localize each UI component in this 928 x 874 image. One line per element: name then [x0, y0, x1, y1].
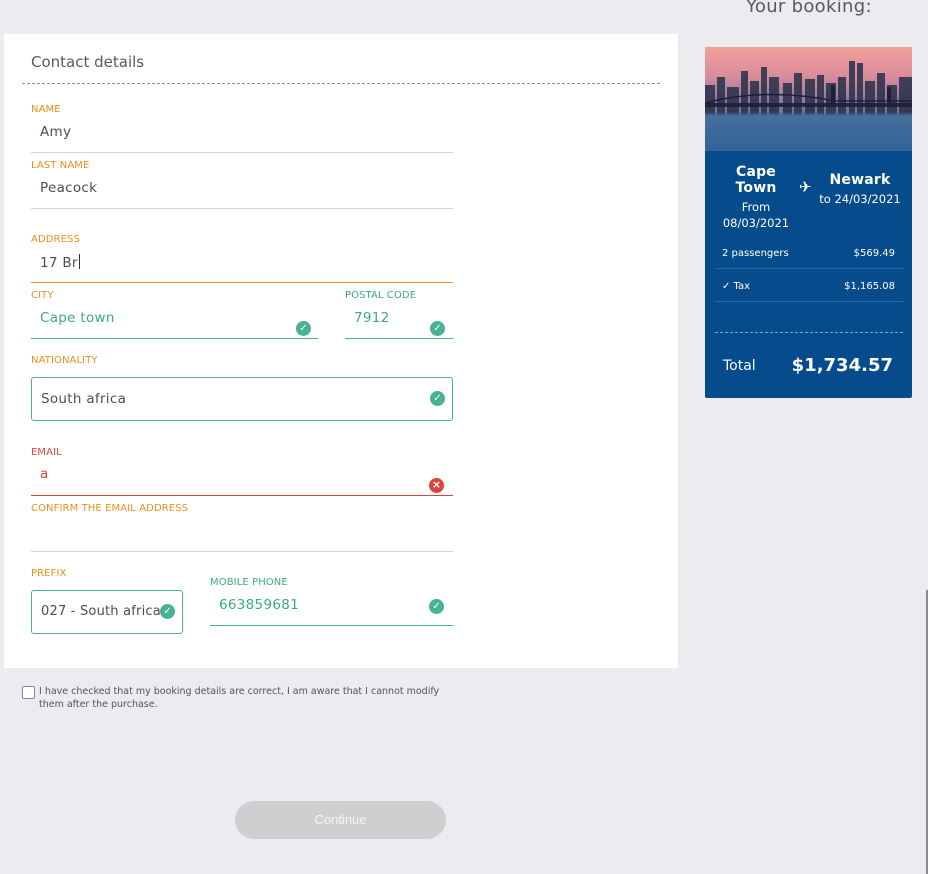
prefix-value: 027 - South africa [41, 604, 161, 619]
booking-heading: Your booking: [746, 0, 872, 17]
confirm-email-label: CONFIRM THE EMAIL ADDRESS [31, 503, 189, 514]
passengers-row: 2 passengers $569.49 [715, 236, 903, 269]
total-price: $1,734.57 [791, 355, 893, 376]
route-destination: Newark to 24/03/2021 [816, 172, 904, 207]
name-field[interactable]: NAME Amy [31, 104, 453, 154]
check-circle-icon: ✓ [296, 321, 311, 336]
mobile-phone-underline [210, 625, 453, 626]
nationality-field[interactable]: NATIONALITY South africa ✓ [31, 355, 453, 421]
text-caret [78, 254, 80, 269]
city-label: CITY [31, 290, 54, 301]
city-skyline-image [705, 61, 912, 151]
nationality-value: South africa [41, 391, 127, 407]
mobile-phone-label: MOBILE PHONE [210, 577, 288, 588]
city-field[interactable]: CITY Cape town ✓ [31, 290, 318, 340]
error-circle-icon: × [429, 478, 444, 493]
total-label: Total [723, 358, 756, 374]
destination-city: Newark [829, 172, 891, 188]
airplane-icon: ✈ [799, 178, 812, 196]
confirm-email-field[interactable]: CONFIRM THE EMAIL ADDRESS [31, 503, 453, 553]
destination-photo [705, 47, 912, 151]
email-underline [31, 495, 453, 496]
city-underline [31, 338, 318, 339]
confirm-email-underline [31, 551, 453, 552]
prefix-select[interactable]: 027 - South africa ✓ [31, 590, 183, 634]
name-label: NAME [31, 104, 61, 115]
last-name-value: Peacock [40, 180, 98, 196]
title-divider [22, 83, 660, 84]
last-name-underline [31, 208, 453, 209]
origin-from-label: From [741, 200, 771, 214]
check-circle-icon: ✓ [160, 604, 175, 619]
passengers-label: 2 passengers [722, 248, 789, 259]
tax-label: ✓ Tax [722, 281, 751, 292]
nationality-label: NATIONALITY [31, 355, 98, 366]
check-circle-icon: ✓ [429, 599, 444, 614]
address-value: 17 Br [40, 255, 78, 271]
last-name-label: LAST NAME [31, 160, 90, 171]
contact-details-panel: Contact details NAME Amy LAST NAME Peaco… [4, 34, 678, 668]
mobile-phone-field[interactable]: MOBILE PHONE 663859681 ✓ [210, 577, 453, 627]
summary-divider [715, 332, 903, 333]
prefix-field[interactable]: PREFIX 027 - South africa ✓ [31, 568, 183, 635]
email-value: a [40, 466, 49, 482]
prefix-label: PREFIX [31, 568, 67, 579]
last-name-field[interactable]: LAST NAME Peacock [31, 160, 453, 210]
check-circle-icon: ✓ [430, 321, 445, 336]
continue-button[interactable]: Continue [235, 801, 446, 839]
check-circle-icon: ✓ [430, 391, 445, 406]
postal-code-value: 7912 [354, 310, 390, 326]
tax-row: ✓ Tax $1,165.08 [715, 269, 903, 302]
nationality-select[interactable]: South africa ✓ [31, 377, 453, 421]
postal-code-underline [345, 338, 453, 339]
origin-city: Cape Town [735, 164, 777, 196]
address-field[interactable]: ADDRESS 17 Br [31, 234, 453, 284]
mobile-phone-value: 663859681 [219, 597, 300, 613]
route-origin: Cape Town From 08/03/2021 [713, 164, 799, 231]
passengers-price: $569.49 [853, 248, 895, 259]
postal-code-field[interactable]: POSTAL CODE 7912 ✓ [345, 290, 453, 340]
city-value: Cape town [40, 310, 115, 326]
postal-code-label: POSTAL CODE [345, 290, 417, 301]
terms-text: I have checked that my booking details a… [39, 686, 440, 710]
address-underline [31, 282, 453, 283]
tax-price: $1,165.08 [844, 281, 895, 292]
address-value-wrap: 17 Br [40, 254, 80, 271]
origin-date: 08/03/2021 [722, 216, 790, 230]
panel-title: Contact details [31, 53, 145, 71]
name-value: Amy [40, 124, 72, 140]
email-label: EMAIL [31, 447, 62, 458]
destination-date: to 24/03/2021 [819, 192, 901, 206]
name-underline [31, 152, 453, 153]
email-field[interactable]: EMAIL a × [31, 447, 453, 497]
terms-checkbox[interactable] [22, 686, 35, 699]
booking-summary-card: Cape Town From 08/03/2021 ✈ Newark to 24… [705, 47, 912, 398]
address-label: ADDRESS [31, 234, 80, 245]
